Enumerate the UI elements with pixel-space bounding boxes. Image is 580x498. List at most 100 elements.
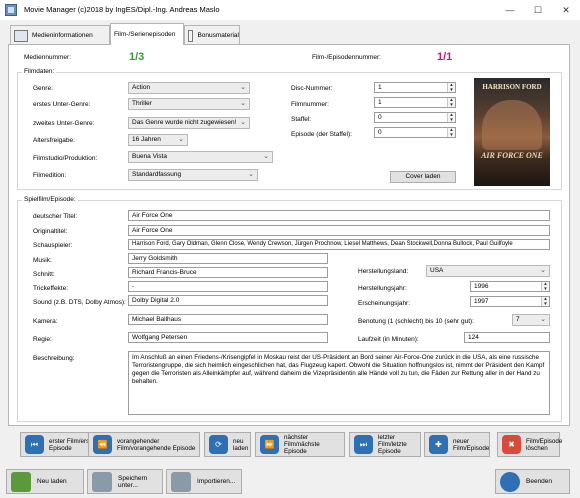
next-episode-button[interactable]: ⏩ nächster Film/nächste Episode <box>255 432 345 457</box>
rating-select[interactable]: 7 ⌄ <box>512 314 550 326</box>
database-save-icon <box>92 471 112 492</box>
original-title-field[interactable]: Air Force One <box>128 225 550 236</box>
studio-label: Filmstudio/Produktion: <box>33 155 98 162</box>
prev-line1: vorangehender <box>117 437 160 445</box>
chevron-down-icon: ⌄ <box>540 267 546 274</box>
description-label: Beschreibung: <box>33 355 75 362</box>
country-label: Herstellungsland: <box>358 268 409 275</box>
disc-number-label: Disc-Nummer: <box>291 85 333 92</box>
spielfilm-title: Spielfilm/Episode: <box>22 196 78 203</box>
sub-genre-2-label: zweites Unter-Genre: <box>33 120 95 127</box>
director-field[interactable]: Wolfgang Petersen <box>128 332 328 343</box>
film-number-label: Filmnummer: <box>291 101 329 108</box>
previous-episode-button[interactable]: ⏪ vorangehender Film/vorangehende Episode <box>88 432 200 457</box>
reload-line1: neu <box>233 437 244 445</box>
import-button-label: Importieren... <box>197 478 236 485</box>
genre-label: Genre: <box>33 85 53 92</box>
poster-face-shape <box>482 100 542 150</box>
window-title: Movie Manager (c)2018 by IngES/Dipl.-Ing… <box>24 5 220 14</box>
prev-line2: Film/vorangehende Episode <box>117 444 196 452</box>
age-rating-select[interactable]: 16 Jahren ⌄ <box>128 134 188 146</box>
disc-number-stepper[interactable]: 1 ▲ ▼ <box>374 82 456 93</box>
release-year-stepper[interactable]: 1997 ▲ ▼ <box>470 296 550 307</box>
genre-select[interactable]: Action ⌄ <box>128 82 250 94</box>
german-title-label: deutscher Titel: <box>33 213 78 220</box>
new-episode-button[interactable]: ✚ neuer Film/Episode <box>424 432 490 457</box>
release-year-label: Erscheinungsjahr: <box>358 300 411 307</box>
chevron-down-icon: ⌄ <box>178 136 184 143</box>
tab-label: Medieninformationen <box>32 32 93 39</box>
skip-first-icon: ⏮ <box>25 435 44 454</box>
tab-medieninformationen[interactable]: Medieninformationen <box>10 25 110 45</box>
last-episode-button[interactable]: ⏭ letzter Film/letzte Episode <box>349 432 421 457</box>
delete-document-icon: ✖ <box>502 435 521 454</box>
first-line2: Episode <box>49 444 72 452</box>
import-button[interactable]: Importieren... <box>166 469 242 494</box>
spin-arrows-icon[interactable]: ▲ ▼ <box>447 82 455 92</box>
delete-episode-button[interactable]: ✖ Film/Episode löschen <box>497 432 562 457</box>
episode-label: Episode (der Staffel): <box>291 131 352 138</box>
edition-label: Filmedition: <box>33 172 67 179</box>
effects-label: Trickeffekte: <box>33 285 69 292</box>
minimize-button[interactable]: — <box>496 0 524 20</box>
chevron-down-icon: ⌄ <box>540 316 546 323</box>
actors-field[interactable]: Harrison Ford, Gary Oldman, Glenn Close,… <box>128 239 550 250</box>
tab-label: Bonusmaterial <box>197 32 239 39</box>
maximize-button[interactable]: ☐ <box>524 0 552 20</box>
last-line1: letzter Film/letzte <box>378 434 407 448</box>
save-as-button[interactable]: Speichern unter... <box>87 469 163 494</box>
music-field[interactable]: Jerry Goldsmith <box>128 253 328 264</box>
production-year-stepper[interactable]: 1996 ▲ ▼ <box>470 281 550 292</box>
chevron-down-icon: ⌄ <box>240 100 246 107</box>
actors-label: Schauspieler: <box>33 242 73 249</box>
episode-number-label: Film-/Episodennummer: <box>312 54 381 61</box>
cut-label: Schnitt: <box>33 271 55 278</box>
original-title-label: Originaltitel: <box>33 228 68 235</box>
edition-select[interactable]: Standardfassung ⌄ <box>128 169 258 181</box>
camera-field[interactable]: Michael Ballhaus <box>128 314 328 325</box>
spin-arrows-icon[interactable]: ▲ ▼ <box>541 281 549 291</box>
description-field[interactable]: Im Anschluß an einen Friedens-/Krisengip… <box>128 351 550 415</box>
sound-label: Sound (z.B. DTS, Dolby Atmos): <box>33 299 126 306</box>
next-line1: nächster Film/nächste <box>284 434 320 448</box>
film-number-stepper[interactable]: 1 ▲ ▼ <box>374 97 456 108</box>
spin-arrows-icon[interactable]: ▲ ▼ <box>447 127 455 137</box>
save-as-button-label: Speichern unter... <box>118 474 148 489</box>
german-title-field[interactable]: Air Force One <box>128 210 550 221</box>
cover-load-button[interactable]: Cover laden <box>390 171 456 183</box>
sub-genre-1-label: erstes Unter-Genre: <box>33 101 91 108</box>
exit-button[interactable]: Beenden <box>495 469 570 494</box>
effects-field[interactable]: - <box>128 281 328 292</box>
sub-genre-1-select[interactable]: Thriller ⌄ <box>128 98 250 110</box>
studio-select[interactable]: Buena Vista ⌄ <box>128 151 273 163</box>
spin-arrows-icon[interactable]: ▲ ▼ <box>541 296 549 306</box>
age-rating-label: Altersfreigabe: <box>33 137 75 144</box>
runtime-field[interactable]: 124 <box>464 332 550 343</box>
exit-button-label: Beenden <box>526 478 553 485</box>
new-line2: Film/Episode <box>453 444 490 452</box>
spin-arrows-icon[interactable]: ▲ ▼ <box>447 112 455 122</box>
episode-stepper[interactable]: 0 ▲ ▼ <box>374 127 456 138</box>
close-button[interactable]: ✕ <box>552 0 580 20</box>
camera-label: Kamera: <box>33 318 58 325</box>
tab-bonusmaterial[interactable]: Bonusmaterial <box>184 25 240 45</box>
exit-icon <box>500 471 520 492</box>
cover-image: HARRISON FORD AIR FORCE ONE <box>474 78 550 186</box>
fast-forward-icon: ⏩ <box>260 435 279 454</box>
sub-genre-2-select[interactable]: Das Genre wurde nicht zugewiesen! ⌄ <box>128 117 250 129</box>
sound-field[interactable]: Dolby Digital 2.0 <box>128 295 328 306</box>
reload-icon <box>11 471 31 492</box>
list-icon <box>188 29 194 42</box>
spin-arrows-icon[interactable]: ▲ ▼ <box>447 97 455 107</box>
cut-field[interactable]: Richard Francis-Bruce <box>128 267 328 278</box>
season-stepper[interactable]: 0 ▲ ▼ <box>374 112 456 123</box>
tab-film-episoden[interactable]: Film-/Serienepisoden <box>110 23 184 45</box>
reload-button[interactable]: Neu laden <box>6 469 84 494</box>
country-select[interactable]: USA ⌄ <box>426 265 550 277</box>
season-label: Staffel: <box>291 116 312 123</box>
media-number-label: Mediennummer: <box>24 54 71 61</box>
filmdaten-title: Filmdaten: <box>22 68 57 75</box>
reload-episode-button[interactable]: ⟳ neu laden <box>204 432 251 457</box>
new-line1: neuer <box>453 437 470 445</box>
director-label: Regie: <box>33 336 52 343</box>
